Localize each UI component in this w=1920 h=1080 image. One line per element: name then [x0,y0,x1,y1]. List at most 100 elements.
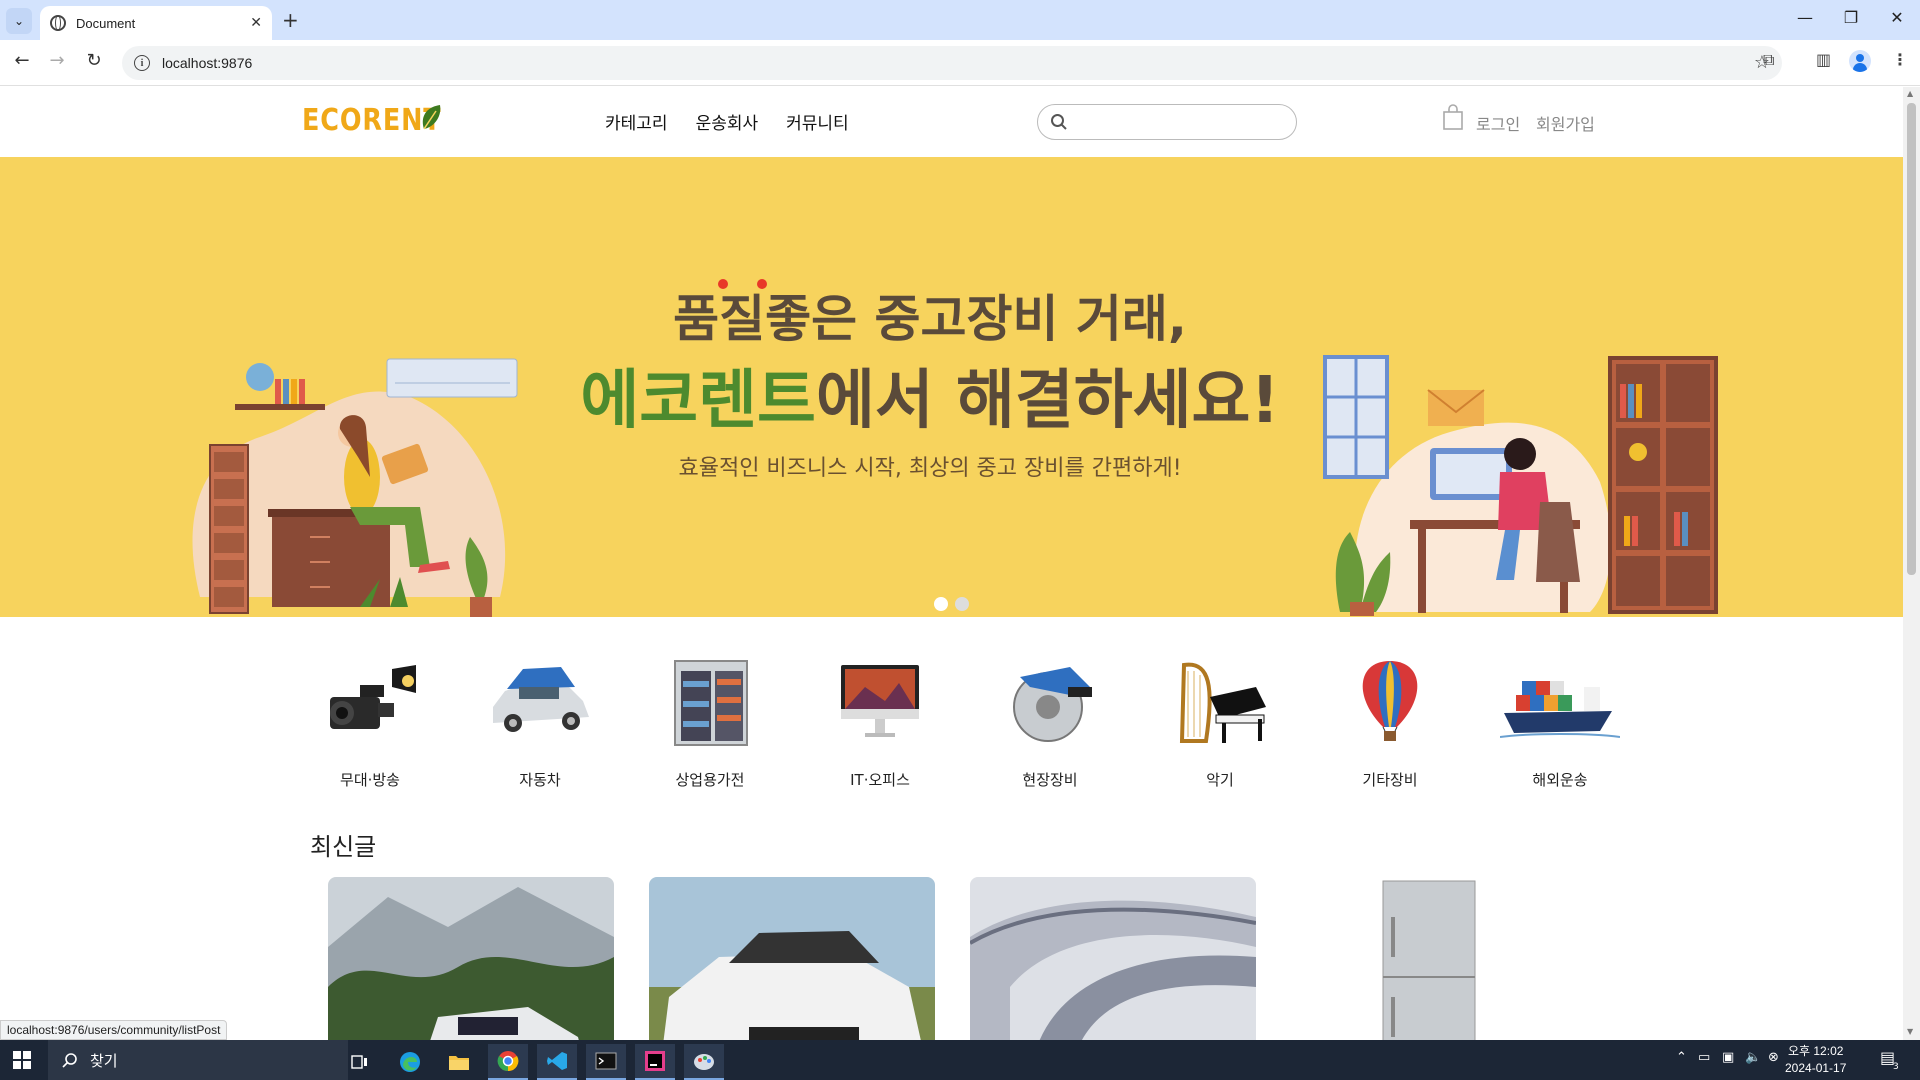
slide-dot-1[interactable] [934,597,948,611]
tab-title: Document [76,15,136,31]
post-thumbnail-image [970,877,1256,1040]
globe-icon [50,15,66,31]
intellij-icon[interactable] [635,1044,675,1080]
category-label: 악기 [1206,771,1234,789]
category-label: IT·오피스 [850,771,910,789]
taskbar-search[interactable]: 찾기 [48,1040,348,1080]
balloon-icon [1362,661,1418,741]
edge-browser-icon[interactable] [390,1044,430,1080]
nav-community[interactable]: 커뮤니티 [786,109,849,134]
task-view-icon[interactable] [340,1044,380,1080]
leaf-icon [422,105,441,130]
volume-icon[interactable]: 🔈 [1745,1050,1761,1065]
minimize-button[interactable]: — [1790,8,1820,27]
restore-button[interactable]: ❐ [1836,8,1866,27]
post-card[interactable] [970,877,1256,1040]
hero-headline-rest: 에서 해결하세요! [815,364,1280,438]
reload-button[interactable]: ↻ [82,50,106,71]
windows-start-icon[interactable] [13,1051,31,1069]
side-panel-icon[interactable]: ▥ [1816,50,1831,69]
post-thumbnail-image [328,877,614,1040]
scroll-down-icon[interactable]: ▼ [1907,1027,1913,1036]
category-instrument[interactable]: 악기 [1150,657,1290,797]
post-card[interactable] [649,877,935,1040]
clock-date: 2024-01-17 [1785,1061,1847,1075]
post-thumbnail-image [649,877,935,1040]
category-overseas-shipping[interactable]: 해외운송 [1490,657,1630,797]
network-icon[interactable]: ▣ [1722,1050,1734,1065]
camera-icon [330,665,416,729]
slide-dot-2[interactable] [955,597,969,611]
vscode-icon[interactable] [537,1044,577,1080]
nav-category[interactable]: 카테고리 [605,109,668,134]
taskbar-search-label: 찾기 [90,1051,118,1070]
clock-time: 오후 12:02 [1787,1044,1844,1058]
login-link[interactable]: 로그인 [1476,111,1520,135]
site-header: ECORENT 카테고리 운송회사 커뮤니티 로그인 회원가입 [0,87,1903,157]
category-field-equipment[interactable]: 현장장비 [980,657,1120,797]
search-input[interactable] [1037,104,1297,140]
page-scrollbar[interactable]: ▲ ▼ [1903,87,1920,1040]
category-label: 기타장비 [1362,771,1418,789]
url-text: localhost:9876 [162,55,253,71]
tray-status-icon[interactable]: ⊗ [1768,1050,1779,1065]
shopping-bag-icon[interactable] [1442,104,1464,130]
post-card[interactable] [1291,877,1577,1040]
category-it-office[interactable]: IT·오피스 [810,657,950,797]
tab-search-button[interactable]: ⌄ [6,8,32,34]
os-taskbar: 찾기 ⌃ ▭ ▣ 🔈 ⊗ 오후 12:02 2024-01-17 ▤ 3 [0,1040,1920,1080]
latest-posts-title: 최신글 [310,833,377,861]
file-explorer-icon[interactable] [439,1044,479,1080]
car-icon [493,667,589,732]
profile-avatar-icon[interactable] [1849,50,1871,72]
search-icon [62,1053,77,1068]
search-icon [1051,114,1067,130]
category-list: 무대·방송 자동차 상업용가전 IT·오피스 현장장비 악기 기타장비 해외운송 [300,657,1620,807]
piano-icon [1179,662,1266,743]
post-card[interactable] [328,877,614,1040]
category-label: 현장장비 [1022,771,1078,789]
extensions-icon[interactable]: ⧉ [1763,50,1774,70]
saw-icon [1013,667,1092,742]
tray-meet-icon[interactable]: ▭ [1698,1050,1710,1065]
category-other[interactable]: 기타장비 [1320,657,1460,797]
scroll-thumb[interactable] [1907,103,1916,575]
close-window-button[interactable]: ✕ [1882,8,1912,27]
post-thumbnail-image [1291,877,1577,1040]
web-page: ECORENT 카테고리 운송회사 커뮤니티 로그인 회원가입 품질좋은 중고장… [0,87,1903,1040]
terminal-icon[interactable] [586,1044,626,1080]
new-tab-button[interactable]: + [282,8,299,32]
notification-count: 3 [1893,1062,1899,1072]
hero-brand-name: 에코렌트 [580,364,816,438]
main-nav: 카테고리 운송회사 커뮤니티 [605,109,849,134]
address-bar[interactable]: i localhost:9876 ☆ [122,46,1782,80]
taskbar-clock[interactable]: 오후 12:02 2024-01-17 [1785,1043,1846,1077]
forward-button[interactable]: → [45,50,69,71]
chrome-icon[interactable] [488,1044,528,1080]
category-car[interactable]: 자동차 [470,657,610,797]
paint-icon[interactable] [684,1044,724,1080]
category-label: 무대·방송 [340,771,400,789]
site-info-icon[interactable]: i [134,55,150,71]
category-label: 해외운송 [1532,771,1588,789]
link-status-bubble: localhost:9876/users/community/listPost [0,1020,228,1040]
category-stage[interactable]: 무대·방송 [300,657,440,797]
monitor-icon [841,665,919,737]
hero-headline: 품질좋은 중고장비 거래, [673,290,1187,348]
category-label: 자동차 [519,771,561,789]
nav-shipping[interactable]: 운송회사 [696,109,759,134]
back-button[interactable]: ← [10,50,34,71]
scroll-up-icon[interactable]: ▲ [1907,89,1913,98]
category-appliance[interactable]: 상업용가전 [640,657,780,797]
category-label: 상업용가전 [675,771,745,789]
browser-menu-icon[interactable]: ⋮ [1892,50,1908,69]
hero-headline-2: 에코렌트에서 해결하세요! [0,349,1860,441]
fridge-icon [674,660,748,746]
hero-banner: 품질좋은 중고장비 거래, 에코렌트에서 해결하세요! 효율적인 비즈니스 시작… [0,157,1903,617]
close-tab-icon[interactable]: ✕ [250,15,262,31]
browser-tab[interactable]: Document ✕ [40,6,272,40]
hero-subtitle: 효율적인 비즈니스 시작, 최상의 중고 장비를 간편하게! [678,456,1182,481]
tray-overflow-icon[interactable]: ⌃ [1676,1050,1687,1065]
signup-link[interactable]: 회원가입 [1536,111,1595,135]
browser-tabstrip: ⌄ Document ✕ + — ❐ ✕ [0,0,1920,40]
